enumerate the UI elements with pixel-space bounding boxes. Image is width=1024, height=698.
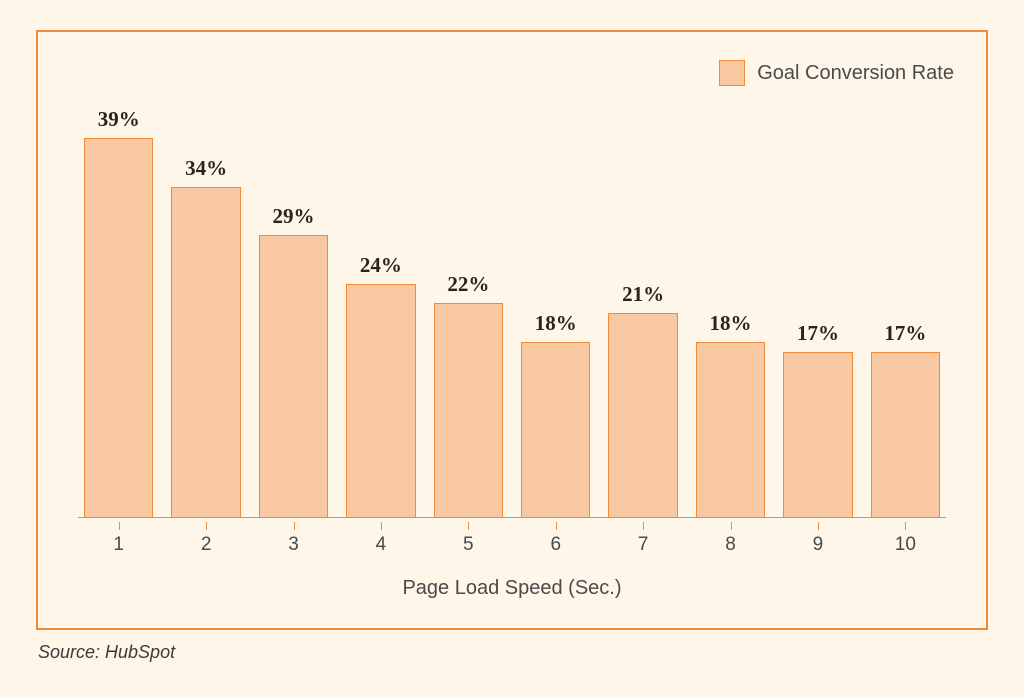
x-tick: 3 (259, 530, 328, 556)
bar-value-label: 21% (622, 282, 664, 307)
x-tick-label: 8 (725, 530, 736, 556)
x-tick-label: 6 (550, 530, 561, 556)
x-tick-label: 2 (201, 530, 212, 556)
x-tick: 8 (696, 530, 765, 556)
bar: 17% (783, 80, 852, 517)
x-tick: 6 (521, 530, 590, 556)
bar-rect (521, 342, 590, 517)
bar: 34% (171, 80, 240, 517)
x-tick: 1 (84, 530, 153, 556)
bar-value-label: 17% (884, 321, 926, 346)
bar-rect (871, 352, 940, 517)
bar: 18% (521, 80, 590, 517)
bar-value-label: 22% (447, 272, 489, 297)
x-tick: 9 (783, 530, 852, 556)
bar: 17% (871, 80, 940, 517)
bar-rect (696, 342, 765, 517)
x-tick: 7 (608, 530, 677, 556)
bar: 21% (608, 80, 677, 517)
x-axis-ticks: 1 2 3 4 5 6 7 8 9 10 (78, 530, 946, 556)
bar-value-label: 24% (360, 253, 402, 278)
bar: 24% (346, 80, 415, 517)
bar: 29% (259, 80, 328, 517)
x-tick-label: 3 (288, 530, 299, 556)
x-tick-label: 5 (463, 530, 474, 556)
x-tick-label: 4 (376, 530, 387, 556)
bar-rect (84, 138, 153, 517)
x-tick-label: 9 (813, 530, 824, 556)
bar: 18% (696, 80, 765, 517)
bar-rect (346, 284, 415, 517)
x-tick-label: 7 (638, 530, 649, 556)
bar-value-label: 17% (797, 321, 839, 346)
bar-rect (783, 352, 852, 517)
bar-rect (171, 187, 240, 517)
bar-rect (608, 313, 677, 517)
x-tick: 2 (171, 530, 240, 556)
bar-value-label: 34% (185, 156, 227, 181)
x-axis-label: Page Load Speed (Sec.) (38, 577, 986, 600)
bar: 39% (84, 80, 153, 517)
bar-value-label: 18% (535, 311, 577, 336)
x-tick: 5 (434, 530, 503, 556)
bar: 22% (434, 80, 503, 517)
bar-value-label: 39% (98, 107, 140, 132)
bar-value-label: 18% (710, 311, 752, 336)
plot-area: 39% 34% 29% 24% 22% 18% 21% 18% 17% 17% (78, 80, 946, 518)
x-tick-label: 10 (895, 530, 916, 556)
bar-value-label: 29% (273, 204, 315, 229)
bar-rect (259, 235, 328, 517)
x-tick: 10 (871, 530, 940, 556)
chart-frame: Goal Conversion Rate 39%34%29%24%22%18%2… (36, 30, 988, 630)
x-tick: 4 (346, 530, 415, 556)
source-attribution: Source: HubSpot (38, 642, 175, 663)
bar-rect (434, 303, 503, 517)
x-tick-label: 1 (113, 530, 124, 556)
